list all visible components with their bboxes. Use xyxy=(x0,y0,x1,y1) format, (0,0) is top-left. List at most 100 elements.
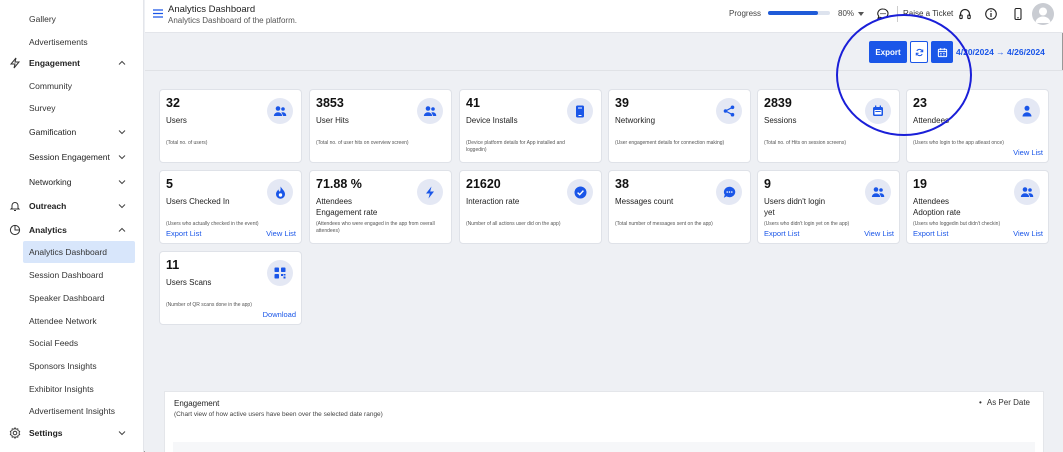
stat-card-sessions[interactable]: 2839 Sessions (Total no. of Hits on sess… xyxy=(757,89,900,163)
refresh-icon xyxy=(915,48,923,56)
export-list-link[interactable]: Export List xyxy=(166,229,201,238)
info-icon[interactable] xyxy=(984,7,998,21)
view-list-link[interactable]: View List xyxy=(266,229,296,238)
caret-down-icon[interactable] xyxy=(858,12,864,16)
sidebar-item-label: Advertisements xyxy=(29,37,88,47)
stat-label: Users xyxy=(166,116,187,125)
engagement-title: Engagement xyxy=(174,399,220,408)
stat-card-device-installs[interactable]: 41 Device Installs (Device platform deta… xyxy=(459,89,602,163)
avatar[interactable] xyxy=(1032,3,1054,25)
stat-card-messages-count[interactable]: 38 Messages count (Total number of messa… xyxy=(608,170,751,244)
page-subtitle: Analytics Dashboard of the platform. xyxy=(168,16,297,25)
stat-card-networking[interactable]: 39 Networking (User engagement details f… xyxy=(608,89,751,163)
stat-value: 5 xyxy=(166,177,173,191)
sidebar-item-settings[interactable]: Settings xyxy=(0,422,144,444)
sidebar-item-session-dashboard[interactable]: Session Dashboard xyxy=(0,264,144,286)
stat-label: Attendees Engagement rate xyxy=(316,197,378,217)
stat-description: (Total no. of users) xyxy=(166,140,208,146)
stat-card-user-hits[interactable]: 3853 User Hits (Total no. of user hits o… xyxy=(309,89,452,163)
stat-value: 3853 xyxy=(316,96,344,110)
user-icon xyxy=(1014,98,1040,124)
stat-value: 19 xyxy=(913,177,927,191)
stat-description: (Total number of messages sent on the ap… xyxy=(615,221,713,227)
download-link[interactable]: Download xyxy=(263,310,296,319)
sidebar-item-label: Gamification xyxy=(29,127,77,137)
header-divider xyxy=(897,6,898,22)
sidebar-item-engagement[interactable]: Engagement xyxy=(0,52,144,74)
stat-label: Networking xyxy=(615,116,656,125)
export-list-link[interactable]: Export List xyxy=(764,229,799,238)
sidebar-item-exhibitor-insights[interactable]: Exhibitor Insights xyxy=(0,378,144,400)
sidebar-item-survey[interactable]: Survey xyxy=(0,97,144,119)
stat-card-users-checked-in[interactable]: 5 Users Checked In (Users who actually c… xyxy=(159,170,302,244)
date-range-label[interactable]: 4/20/2024 → 4/26/2024 xyxy=(956,47,1045,57)
calendar-icon xyxy=(937,47,947,57)
sidebar-item-social-feeds[interactable]: Social Feeds xyxy=(0,332,144,354)
sidebar: Gallery Advertisements Engagement Commun… xyxy=(0,0,144,452)
stat-label: Device Installs xyxy=(466,116,518,125)
export-button[interactable]: Export xyxy=(869,41,907,63)
chevron-up-icon xyxy=(118,60,126,65)
sidebar-item-community[interactable]: Community xyxy=(0,75,144,97)
sidebar-item-label: Exhibitor Insights xyxy=(29,384,94,394)
stat-value: 41 xyxy=(466,96,480,110)
hamburger-menu-icon[interactable] xyxy=(153,9,163,18)
sidebar-item-gallery[interactable]: Gallery xyxy=(0,8,144,30)
refresh-button[interactable] xyxy=(910,41,928,63)
sidebar-item-label: Gallery xyxy=(29,14,56,24)
sidebar-item-session-engagement[interactable]: Session Engagement xyxy=(0,146,144,168)
sidebar-item-sponsors-insights[interactable]: Sponsors Insights xyxy=(0,355,144,377)
sidebar-item-gamification[interactable]: Gamification xyxy=(0,121,144,143)
bolt-icon xyxy=(8,56,22,70)
progress-label: Progress xyxy=(729,9,762,18)
chevron-up-icon xyxy=(118,227,126,232)
engagement-legend: As Per Date xyxy=(979,398,1030,407)
stat-value: 9 xyxy=(764,177,771,191)
users-icon xyxy=(1014,179,1040,205)
sidebar-item-analytics-dashboard[interactable]: Analytics Dashboard xyxy=(23,241,135,263)
stat-value: 71.88 % xyxy=(316,177,362,191)
sidebar-item-label: Advertisement Insights xyxy=(29,406,115,416)
view-list-link[interactable]: View List xyxy=(1013,229,1043,238)
raise-ticket-button[interactable]: Raise a Ticket xyxy=(903,9,953,18)
stat-card-engagement-rate[interactable]: 71.88 % Attendees Engagement rate (Atten… xyxy=(309,170,452,244)
stat-card-attendees[interactable]: 23 Attendees (Users who login to the app… xyxy=(906,89,1049,163)
calendar-icon xyxy=(865,98,891,124)
stat-value: 32 xyxy=(166,96,180,110)
pie-chart-icon xyxy=(8,223,22,237)
stat-description: (Attendees who were engaged in the app f… xyxy=(316,221,435,234)
stat-card-users[interactable]: 32 Users (Total no. of users) xyxy=(159,89,302,163)
sidebar-item-label: Attendee Network xyxy=(29,316,97,326)
fire-icon xyxy=(267,179,293,205)
stat-card-users-not-logged-in[interactable]: 9 Users didn't login yet (Users who didn… xyxy=(757,170,900,244)
sidebar-item-advertisements[interactable]: Advertisements xyxy=(0,31,144,53)
sidebar-item-outreach[interactable]: Outreach xyxy=(0,195,144,217)
stat-card-interaction-rate[interactable]: 21620 Interaction rate (Number of all ac… xyxy=(459,170,602,244)
sidebar-item-speaker-dashboard[interactable]: Speaker Dashboard xyxy=(0,287,144,309)
chevron-down-icon xyxy=(118,130,126,135)
headset-icon[interactable] xyxy=(958,7,972,21)
stat-description: (Users who didn't login yet on the app) xyxy=(764,221,850,227)
chat-bubble-icon[interactable] xyxy=(876,7,890,21)
qr-code-icon xyxy=(267,260,293,286)
progress-bar xyxy=(768,11,830,15)
bolt-icon xyxy=(417,179,443,205)
sidebar-item-label: Outreach xyxy=(29,201,67,211)
sidebar-item-advertisement-insights[interactable]: Advertisement Insights xyxy=(0,400,144,422)
sidebar-item-networking[interactable]: Networking xyxy=(0,171,144,193)
export-list-link[interactable]: Export List xyxy=(913,229,948,238)
sidebar-item-label: Session Engagement xyxy=(29,152,110,162)
stat-description: (Number of QR scans done in the app) xyxy=(166,302,252,308)
stat-value: 11 xyxy=(166,258,180,272)
view-list-link[interactable]: View List xyxy=(1013,148,1043,157)
sidebar-item-analytics[interactable]: Analytics xyxy=(0,219,144,241)
stat-description: (Total no. of Hits on session screens) xyxy=(764,140,846,146)
date-picker-button[interactable] xyxy=(931,41,953,63)
sidebar-item-attendee-network[interactable]: Attendee Network xyxy=(0,310,144,332)
stat-card-adoption-rate[interactable]: 19 Attendees Adoption rate (Users who lo… xyxy=(906,170,1049,244)
stat-card-users-scans[interactable]: 11 Users Scans (Number of QR scans done … xyxy=(159,251,302,325)
view-list-link[interactable]: View List xyxy=(864,229,894,238)
mobile-phone-icon[interactable] xyxy=(1011,7,1025,21)
stat-description: (Total no. of user hits on overview scre… xyxy=(316,140,409,146)
chevron-down-icon xyxy=(118,204,126,209)
